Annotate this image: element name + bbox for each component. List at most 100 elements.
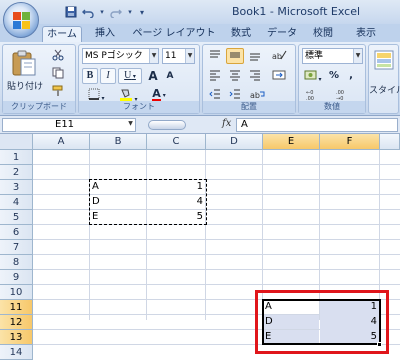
column-header[interactable]: D xyxy=(206,134,263,150)
formula-bar-resize-handle[interactable] xyxy=(148,120,186,130)
alignment-group: ab ab 配置 xyxy=(202,44,296,114)
select-all-button[interactable] xyxy=(0,134,33,150)
alignment-group-label: 配置 xyxy=(203,101,295,113)
orientation-icon[interactable]: ab xyxy=(267,48,291,64)
font-group: MS Pゴシック ▼ 11 ▼ B I U ▾ A A ▾ ▾ A ▾ フォント xyxy=(78,44,200,114)
grid-line xyxy=(146,150,147,320)
grid-line xyxy=(205,150,206,320)
grid-line xyxy=(33,239,400,240)
highlight-annotation-box xyxy=(255,290,389,354)
redo-icon[interactable] xyxy=(109,5,123,19)
tab-data[interactable]: データ xyxy=(266,26,298,42)
styles-button[interactable] xyxy=(370,48,398,80)
clipboard-group: 貼り付け クリップボード xyxy=(2,44,76,114)
grow-font-button[interactable]: A xyxy=(145,68,161,84)
align-top-icon[interactable] xyxy=(206,48,224,64)
office-button[interactable] xyxy=(3,2,39,38)
row-header[interactable]: 10 xyxy=(0,285,33,300)
borders-icon xyxy=(88,88,100,100)
cut-icon[interactable] xyxy=(49,48,67,64)
tab-formulas[interactable]: 数式 xyxy=(228,26,254,42)
chevron-down-icon: ▼ xyxy=(185,49,194,63)
align-middle-icon[interactable] xyxy=(226,48,244,64)
font-name-select[interactable]: MS Pゴシック ▼ xyxy=(82,48,159,64)
styles-icon xyxy=(374,50,394,70)
currency-icon xyxy=(304,70,317,80)
number-format-select[interactable]: 標準 ▼ xyxy=(302,48,363,64)
tab-home[interactable]: ホーム xyxy=(42,26,82,42)
bold-button[interactable]: B xyxy=(82,68,98,84)
row-header[interactable]: 9 xyxy=(0,270,33,285)
align-left-icon[interactable] xyxy=(206,68,224,84)
font-name-value: MS Pゴシック xyxy=(85,51,143,61)
copy-icon[interactable] xyxy=(49,66,67,82)
row-header[interactable]: 8 xyxy=(0,255,33,270)
svg-text:→0: →0 xyxy=(336,96,343,100)
percent-button[interactable]: % xyxy=(326,68,342,84)
column-header[interactable]: B xyxy=(90,134,147,150)
row-header[interactable]: 3 xyxy=(0,180,33,195)
customize-qat-icon[interactable]: ▾ xyxy=(137,5,147,19)
grid-line xyxy=(33,269,400,270)
paste-button[interactable]: 貼り付け xyxy=(7,47,44,95)
undo-icon[interactable] xyxy=(81,5,95,19)
styles-label: スタイル xyxy=(369,86,400,96)
tab-view[interactable]: 表示 xyxy=(350,26,382,42)
currency-button[interactable]: ▾ xyxy=(302,68,324,84)
row-header[interactable]: 13 xyxy=(0,330,33,345)
copy-marquee xyxy=(89,179,207,225)
name-box[interactable]: E11 xyxy=(2,118,136,132)
shrink-font-button[interactable]: A xyxy=(162,68,178,84)
function-icon[interactable]: fx xyxy=(222,118,234,132)
grid-line xyxy=(33,164,400,165)
comma-button[interactable]: , xyxy=(344,68,358,84)
office-logo-icon xyxy=(13,12,30,29)
tab-page-layout[interactable]: ページ レイアウト xyxy=(131,26,217,42)
row-header[interactable]: 14 xyxy=(0,345,33,360)
align-bottom-icon[interactable] xyxy=(246,48,264,64)
chevron-down-icon: ▼ xyxy=(353,49,362,63)
column-header[interactable] xyxy=(380,134,400,150)
row-header[interactable]: 1 xyxy=(0,150,33,165)
clipboard-icon xyxy=(12,50,36,76)
name-box-dropdown-icon[interactable]: ▼ xyxy=(126,120,135,130)
row-header[interactable]: 6 xyxy=(0,225,33,240)
column-header[interactable]: E xyxy=(263,134,320,150)
align-center-icon[interactable] xyxy=(226,68,244,84)
merge-center-icon[interactable] xyxy=(267,68,291,84)
svg-text:ab: ab xyxy=(272,52,282,61)
ribbon: 貼り付け クリップボード MS Pゴシック ▼ 11 ▼ B I U ▾ A A… xyxy=(0,42,400,116)
grid-line xyxy=(89,150,90,320)
number-group-label: 数値 xyxy=(299,101,365,113)
formula-bar: E11 ▼ fx A xyxy=(0,116,400,134)
styles-group: スタイル xyxy=(368,44,400,114)
save-icon[interactable] xyxy=(64,5,78,19)
formula-input[interactable]: A xyxy=(236,118,398,132)
grid-line xyxy=(33,284,400,285)
row-header[interactable]: 7 xyxy=(0,240,33,255)
font-size-value: 11 xyxy=(165,51,177,61)
fill-color-icon xyxy=(119,89,132,101)
tab-review[interactable]: 校閲 xyxy=(310,26,336,42)
row-header[interactable]: 11 xyxy=(0,300,33,315)
column-header[interactable]: A xyxy=(33,134,90,150)
tab-insert[interactable]: 挿入 xyxy=(90,26,120,42)
font-size-select[interactable]: 11 ▼ xyxy=(162,48,195,64)
paste-label: 貼り付け xyxy=(7,82,44,92)
row-header[interactable]: 12 xyxy=(0,315,33,330)
underline-button[interactable]: U ▾ xyxy=(118,68,142,84)
align-right-icon[interactable] xyxy=(246,68,264,84)
number-format-value: 標準 xyxy=(305,51,324,61)
window-title: Book1 - Microsoft Excel xyxy=(232,5,361,18)
number-group: 標準 ▼ ▾ % , ←0.00 .00 →0 数値 xyxy=(298,44,366,114)
row-header[interactable]: 2 xyxy=(0,165,33,180)
dropdown-icon[interactable]: ▾ xyxy=(126,5,134,19)
column-header[interactable]: C xyxy=(147,134,206,150)
column-header[interactable]: F xyxy=(320,134,380,150)
row-header[interactable]: 4 xyxy=(0,195,33,210)
row-header[interactable]: 5 xyxy=(0,210,33,225)
svg-text:ab: ab xyxy=(250,91,260,100)
format-painter-icon[interactable] xyxy=(49,84,67,100)
italic-button[interactable]: I xyxy=(100,68,116,84)
dropdown-icon[interactable]: ▾ xyxy=(98,5,106,19)
